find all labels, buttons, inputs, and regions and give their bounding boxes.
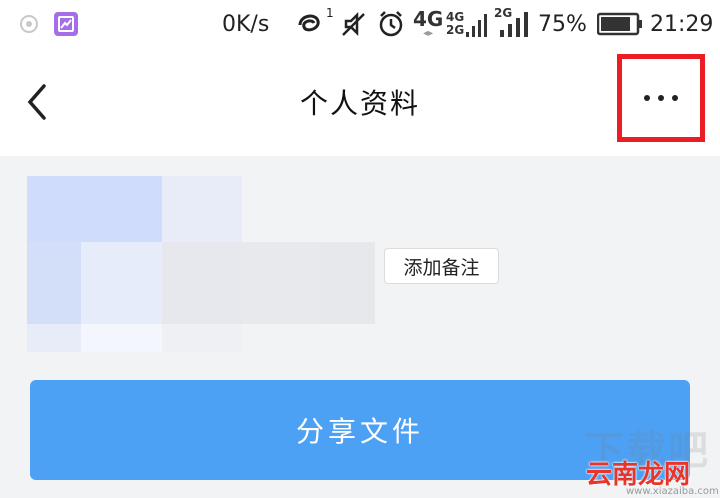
more-dots-icon [644,95,678,101]
record-icon [20,0,38,48]
hd-badge: 1 [326,6,334,20]
battery-icon [597,0,643,48]
page-title: 个人资料 [299,87,420,120]
data-arrows-icon: ◂▸ [423,28,434,39]
sim2-label: 2G [446,23,465,37]
gallery-app-icon [54,0,78,48]
watermark-logo: 下载吧 云南龙网 www.xiazaiba.com [574,418,720,498]
avatar-blurred [27,176,377,352]
network-4g-indicator: 4G ◂▸ [413,0,443,48]
alarm-icon [377,0,405,48]
clock-text: 21:29 [650,11,714,37]
watermark-url-text: www.xiazaiba.com [626,486,719,497]
signal-sim1-icon [466,0,488,48]
hd-call-icon: 1 [296,0,334,48]
signal-sim2-icon [500,0,528,48]
sim1-label-group: 4G 2G [446,0,464,48]
net-speed-text: 0K/s [222,11,270,37]
more-options-button[interactable] [617,54,705,142]
network-4g-label: 4G [413,7,444,31]
battery-percent-text: 75% [538,11,587,37]
add-remark-button[interactable]: 添加备注 [384,248,499,284]
silent-icon [340,0,366,48]
status-bar: 0K/s 1 4G ◂▸ 4G 2G 2G 75% 21:29 [0,0,720,48]
